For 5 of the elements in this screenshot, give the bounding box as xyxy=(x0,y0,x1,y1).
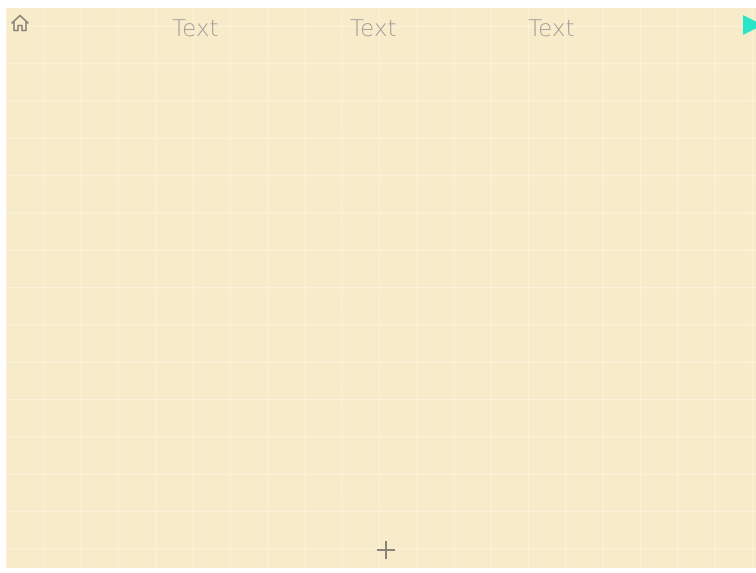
home-icon[interactable] xyxy=(10,14,30,32)
column-heading: Text xyxy=(350,16,398,42)
column-heading: Text xyxy=(172,16,220,42)
add-icon[interactable] xyxy=(376,540,396,560)
column-heading: Text xyxy=(528,16,576,42)
